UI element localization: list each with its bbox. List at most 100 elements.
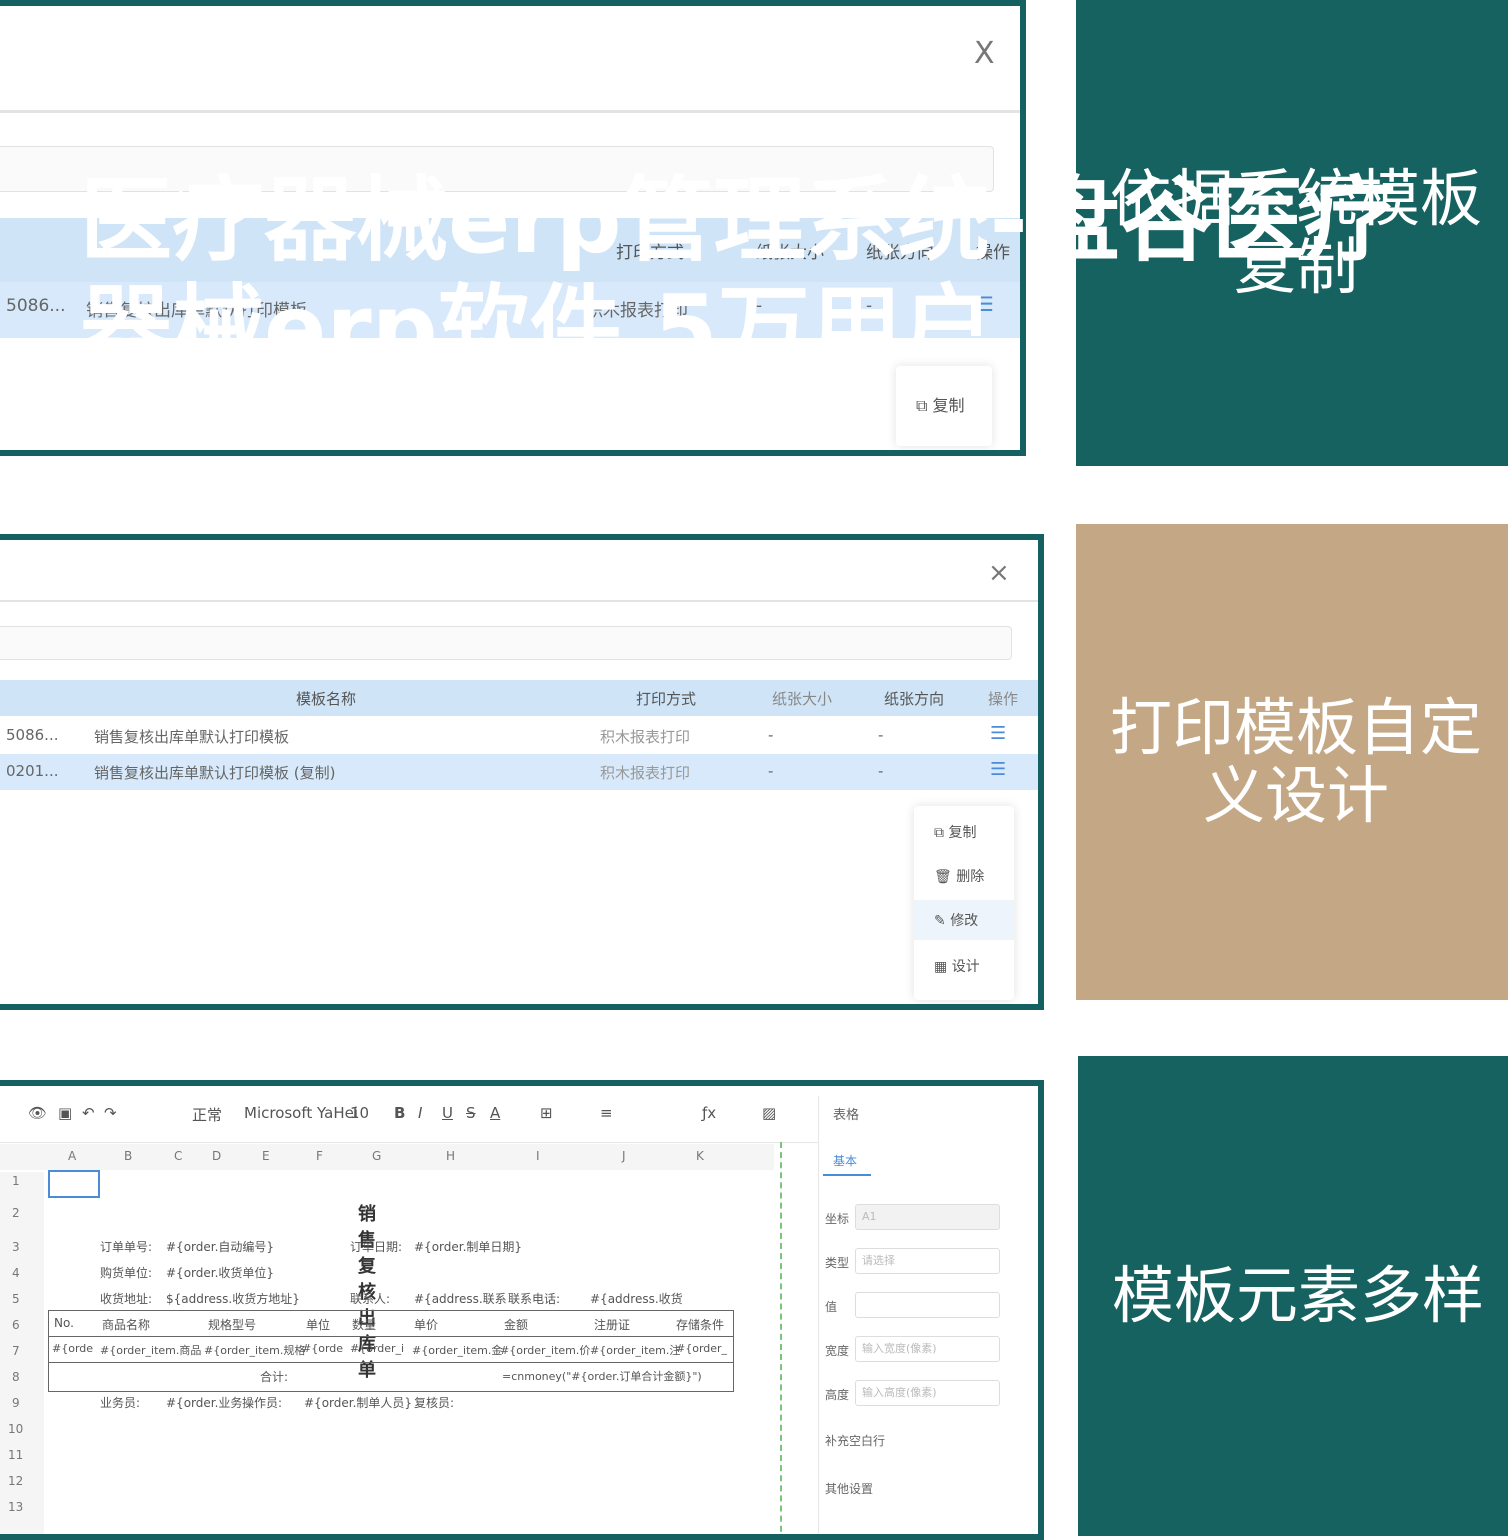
col-i: I xyxy=(536,1149,540,1163)
action-menu-icon[interactable]: ☰ xyxy=(990,723,1006,744)
tab-basic[interactable]: 基本 xyxy=(833,1152,857,1169)
td: #{order_item.金 xyxy=(412,1344,503,1357)
row-num: 3 xyxy=(12,1240,20,1254)
table-header: 模板名称 打印方式 纸张大小 纸张方向 操作 xyxy=(0,680,1038,716)
header-paper-size: 纸张大小 xyxy=(772,690,833,708)
save-icon[interactable]: ▣ xyxy=(58,1104,72,1122)
label-operator: 操作员: xyxy=(242,1396,283,1410)
col-a: A xyxy=(68,1149,77,1163)
label-contact: 联系人: xyxy=(350,1292,391,1306)
header-print-method: 打印方式 xyxy=(636,690,697,708)
align-icon[interactable]: ≡ xyxy=(600,1104,613,1122)
th-no: No. xyxy=(54,1316,74,1330)
font-select[interactable]: Microsoft YaHei xyxy=(244,1104,358,1122)
td: #{order_i xyxy=(350,1342,405,1355)
value-contact: #{address.联系 xyxy=(414,1292,507,1306)
template-dialog-2: × 模板名称 打印方式 纸张大小 纸张方向 操作 5086... 销售复核出库单… xyxy=(0,534,1044,1010)
action-menu: ⧉ 复制 xyxy=(896,366,992,446)
row-num: 8 xyxy=(12,1370,20,1384)
td: #{order_ xyxy=(676,1342,728,1355)
bold-button[interactable]: B xyxy=(394,1104,405,1122)
preview-icon[interactable]: 👁 xyxy=(28,1104,47,1122)
value-sales: #{order.业务 xyxy=(166,1396,243,1410)
row-dir: - xyxy=(878,762,884,780)
trash-icon: 🗑 xyxy=(934,869,957,885)
copy-icon: ⧉ xyxy=(916,396,933,415)
row-method: 积木报表打印 xyxy=(600,764,691,782)
col-f: F xyxy=(316,1149,323,1163)
coord-input[interactable]: A1 xyxy=(855,1204,1000,1230)
td: #{orde xyxy=(52,1342,94,1355)
selected-cell[interactable] xyxy=(48,1170,100,1198)
td: #{order_item.商品 xyxy=(100,1344,202,1357)
row-id: 5086... xyxy=(6,726,59,744)
menu-copy[interactable]: ⧉ 复制 xyxy=(934,822,976,842)
height-input[interactable]: 输入高度(像素) xyxy=(855,1380,1000,1406)
menu-edit[interactable]: ✎ 修改 xyxy=(934,910,978,930)
menu-delete[interactable]: 🗑 删除 xyxy=(934,866,984,886)
col-k: K xyxy=(696,1149,704,1163)
row-num: 1 xyxy=(12,1174,20,1188)
redo-icon[interactable]: ↷ xyxy=(104,1104,117,1122)
value-buyer: #{order.收货单位} xyxy=(166,1266,275,1280)
header-action: 操作 xyxy=(988,690,1019,708)
action-menu-icon[interactable]: ☰ xyxy=(990,759,1006,780)
strike-button[interactable]: S xyxy=(466,1104,476,1122)
col-d: D xyxy=(212,1149,222,1163)
column-headers: A B C D E F G H I J K xyxy=(0,1144,774,1170)
menu-design[interactable]: ▦ 设计 xyxy=(934,956,980,976)
table-row[interactable]: 0201... 销售复核出库单默认打印模板 (复制) 积木报表打印 - - ☰ xyxy=(0,754,1038,790)
label-width: 宽度 xyxy=(825,1344,850,1358)
card-text: 模板元素多样 xyxy=(1111,1258,1484,1332)
th-reg: 注册证 xyxy=(594,1318,631,1332)
label-order-date: 订单日期: xyxy=(350,1240,403,1254)
th-storage: 存储条件 xyxy=(676,1318,725,1332)
row-num: 4 xyxy=(12,1266,20,1280)
close-icon[interactable]: X xyxy=(974,36,995,71)
th-qty: 数量 xyxy=(352,1318,377,1332)
undo-icon[interactable]: ↶ xyxy=(82,1104,95,1122)
value-input[interactable] xyxy=(855,1292,1000,1318)
italic-button[interactable]: I xyxy=(418,1104,422,1122)
col-e: E xyxy=(262,1149,270,1163)
feature-card-elements: 模板元素多样 xyxy=(1078,1056,1508,1536)
function-icon[interactable]: ƒx xyxy=(702,1104,716,1122)
header-paper-dir: 纸张方向 xyxy=(884,690,945,708)
value-address: ${address.收货方地址} xyxy=(166,1292,300,1306)
label-other[interactable]: 其他设置 xyxy=(825,1480,873,1497)
type-select[interactable]: 请选择 xyxy=(855,1248,1000,1274)
page-boundary xyxy=(780,1142,782,1534)
search-bar[interactable] xyxy=(0,626,1012,660)
th-name: 商品名称 xyxy=(102,1318,151,1332)
feature-card-design: 打印模板自定义设计 xyxy=(1076,524,1508,1000)
td: #{order_item.注 xyxy=(590,1344,681,1357)
border-icon[interactable]: ⊞ xyxy=(540,1104,553,1122)
table-row[interactable]: 5086... 销售复核出库单默认打印模板 积木报表打印 - - ☰ xyxy=(0,718,1038,754)
row-dir: - xyxy=(878,726,884,744)
row-num: 5 xyxy=(12,1292,20,1306)
chart-icon[interactable]: ▨ xyxy=(762,1104,776,1122)
report-designer: 👁 ▣ ↶ ↷ 正常 Microsoft YaHei 10 B I U S A … xyxy=(0,1080,1044,1540)
row-size: - xyxy=(768,726,774,744)
width-input[interactable]: 输入宽度(像素) xyxy=(855,1336,1000,1362)
format-select[interactable]: 正常 xyxy=(192,1104,222,1125)
panel-title: 表格 xyxy=(833,1108,860,1123)
th-price: 单价 xyxy=(414,1318,439,1332)
fontsize-select[interactable]: 10 xyxy=(350,1104,369,1122)
label-sales: 业务员: xyxy=(100,1396,141,1410)
label-fill-rows[interactable]: 补充空白行 xyxy=(825,1432,885,1449)
row-num: 13 xyxy=(8,1500,24,1514)
row-size: - xyxy=(768,762,774,780)
label-reviewer: 复核员: xyxy=(414,1396,455,1410)
tab-indicator xyxy=(823,1174,871,1176)
label-buyer: 购货单位: xyxy=(100,1266,153,1280)
divider xyxy=(0,110,1020,113)
label-total: 合计: xyxy=(260,1370,289,1384)
underline-button[interactable]: U xyxy=(442,1104,453,1122)
td: #{order_item.规格 xyxy=(204,1344,306,1357)
overlay-title: 医疗器械erp管理系统-盘谷医疗 器械erp软件 5万用户 xyxy=(80,168,1420,346)
font-color-button[interactable]: A xyxy=(490,1104,500,1122)
close-icon[interactable]: × xyxy=(988,558,1010,588)
col-g: G xyxy=(372,1149,382,1163)
menu-copy[interactable]: ⧉ 复制 xyxy=(916,392,965,416)
